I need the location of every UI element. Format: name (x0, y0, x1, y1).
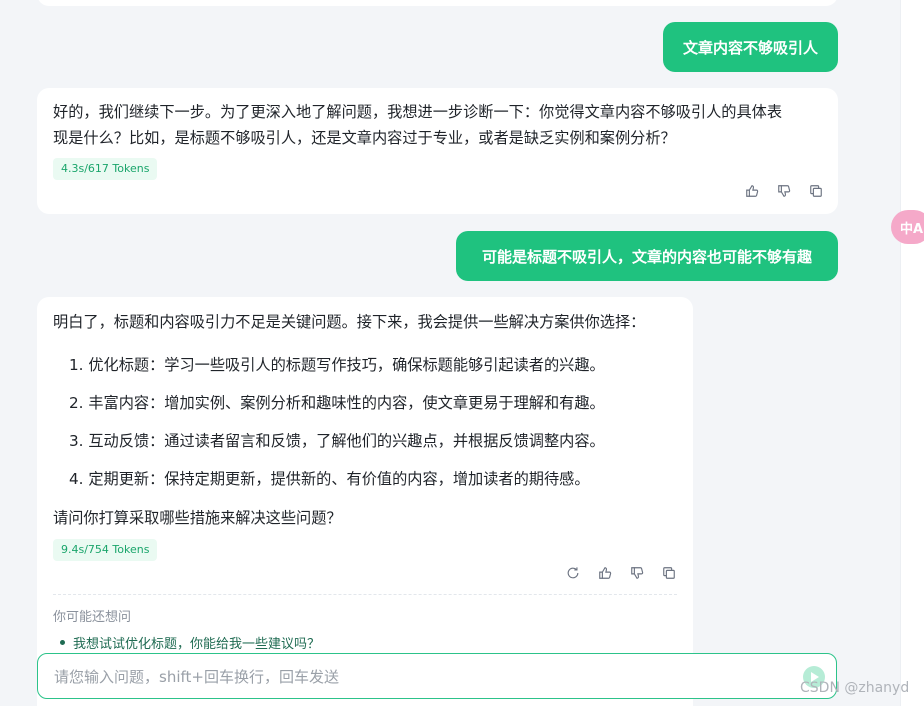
assistant-question-text: 请问你打算采取哪些措施来解决这些问题？ (53, 509, 342, 527)
previous-message-fragment (37, 0, 838, 6)
list-item: 4. 定期更新：保持定期更新，提供新的、有价值的内容，增加读者的期待感。 (69, 470, 590, 488)
bullet-icon (60, 640, 65, 645)
user-message-bubble: 可能是标题不吸引人，文章的内容也可能不够有趣 (456, 231, 838, 281)
assistant-message-card: 好的，我们继续下一步。为了更深入地了解问题，我想进一步诊断一下：你觉得文章内容不… (37, 88, 838, 214)
list-item: 3. 互动反馈：通过读者留言和反馈，了解他们的兴趣点，并根据反馈调整内容。 (69, 432, 605, 450)
chat-area: 文章内容不够吸引人 好的，我们继续下一步。为了更深入地了解问题，我想进一步诊断一… (0, 0, 900, 706)
suggestions-divider (53, 594, 677, 595)
thumbs-down-icon[interactable] (777, 184, 791, 198)
thumbs-up-icon[interactable] (598, 566, 612, 580)
user-message-bubble: 文章内容不够吸引人 (663, 22, 838, 72)
token-usage-badge: 9.4s/754 Tokens (53, 539, 158, 561)
suggestion-text: 我想试试优化标题，你能给我一些建议吗？ (73, 637, 321, 652)
suggestions-title: 你可能还想问 (53, 610, 132, 625)
chat-input[interactable] (52, 654, 796, 700)
token-usage-badge: 4.3s/617 Tokens (53, 158, 158, 180)
assistant-message-intro: 明白了，标题和内容吸引力不足是关键问题。接下来，我会提供一些解决方案供你选择： (53, 313, 646, 331)
thumbs-up-icon[interactable] (745, 184, 759, 198)
translate-icon[interactable]: 中A (891, 210, 924, 244)
copy-icon[interactable] (662, 566, 676, 580)
watermark: CSDN @zhanyd (800, 680, 910, 696)
thumbs-down-icon[interactable] (630, 566, 644, 580)
chat-input-box (37, 653, 837, 700)
user-message-text: 可能是标题不吸引人，文章的内容也可能不够有趣 (481, 247, 812, 266)
assistant-text-line: 好的，我们继续下一步。为了更深入地了解问题，我想进一步诊断一下：你觉得文章内容不… (53, 103, 782, 121)
right-scroll-strip (900, 0, 924, 706)
message-actions (745, 184, 823, 198)
suggestion-item[interactable]: 我想试试优化标题，你能给我一些建议吗？ (60, 633, 320, 652)
copy-icon[interactable] (809, 184, 823, 198)
translate-label: 中A (900, 221, 924, 237)
refresh-icon[interactable] (566, 566, 580, 580)
assistant-message-text: 好的，我们继续下一步。为了更深入地了解问题，我想进一步诊断一下：你觉得文章内容不… (53, 99, 833, 151)
assistant-text-line: 现是什么？比如，是标题不够吸引人，还是文章内容过于专业，或者是缺乏实例和案例分析… (53, 129, 676, 147)
list-item: 1. 优化标题：学习一些吸引人的标题写作技巧，确保标题能够引起读者的兴趣。 (69, 356, 605, 374)
list-item: 2. 丰富内容：增加实例、案例分析和趣味性的内容，使文章更易于理解和有趣。 (69, 394, 605, 412)
message-actions (566, 566, 676, 580)
user-message-text: 文章内容不够吸引人 (682, 38, 818, 57)
